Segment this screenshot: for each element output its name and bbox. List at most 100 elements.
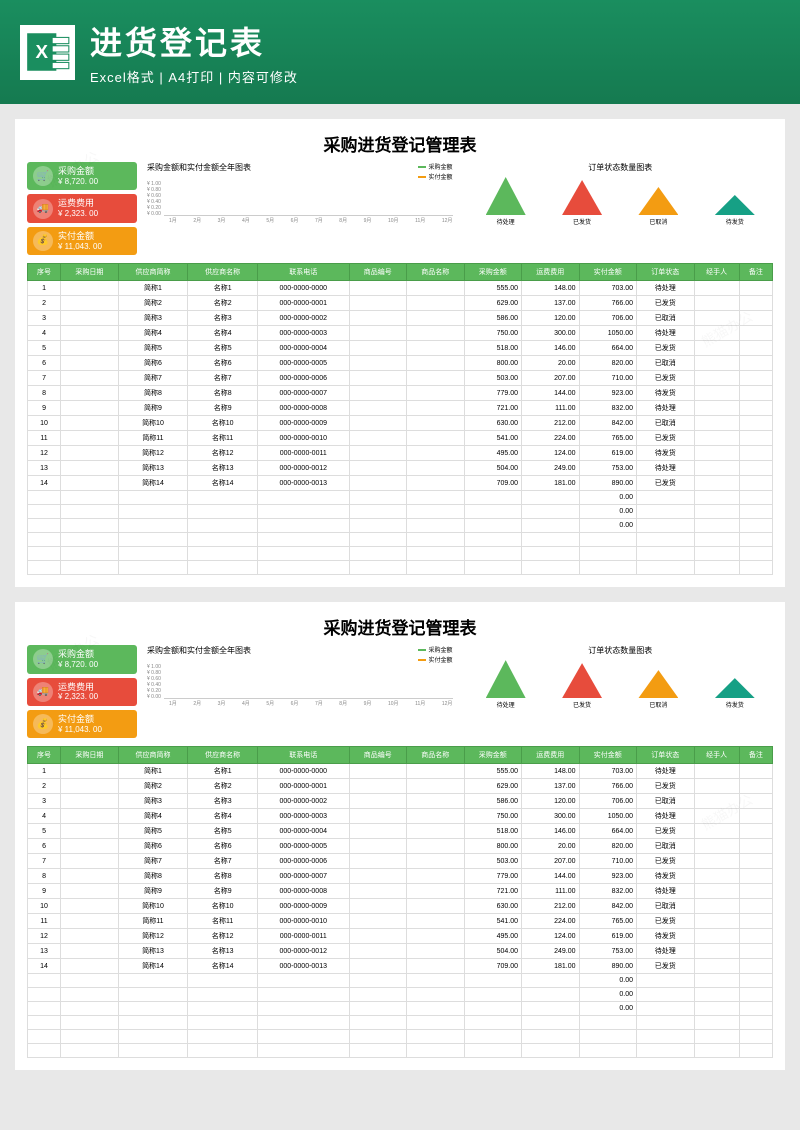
table-row: 2简称2名称2000-0000-0001629.00137.00766.00已发…	[28, 779, 773, 794]
column-header: 运费费用	[522, 747, 580, 764]
table-row: 8简称8名称8000-0000-0007779.00144.00923.00待发…	[28, 386, 773, 401]
column-header: 备注	[739, 264, 772, 281]
column-header: 运费费用	[522, 264, 580, 281]
table-row: 7简称7名称7000-0000-0006503.00207.00710.00已发…	[28, 854, 773, 869]
line-chart: 采购金额和实付金额全年图表采购金额实付金额 ¥ 1.00¥ 0.80¥ 0.60…	[147, 162, 453, 255]
column-header: 商品编号	[349, 264, 407, 281]
summary-badge: 🚚运费费用¥ 2,323. 00	[27, 678, 137, 706]
badge-icon: 🚚	[33, 682, 53, 702]
status-chart: 订单状态数量图表 待处理已发货已取消待发货	[468, 162, 774, 255]
page-subtitle: Excel格式 | A4打印 | 内容可修改	[90, 67, 298, 86]
column-header: 订单状态	[637, 264, 695, 281]
sheet-title: 采购进货登记管理表	[27, 131, 773, 156]
badge-icon: 💰	[33, 714, 53, 734]
excel-icon: X	[20, 25, 75, 80]
svg-text:X: X	[35, 41, 48, 62]
spreadsheet-preview: 熊猫办公 熊猫办公 采购进货登记管理表 🛒采购金额¥ 8,720. 00🚚运费费…	[15, 602, 785, 1070]
table-row: 5简称5名称5000-0000-0004518.00146.00664.00已发…	[28, 824, 773, 839]
column-header: 备注	[739, 747, 772, 764]
table-row	[28, 533, 773, 547]
summary-badge: 🛒采购金额¥ 8,720. 00	[27, 645, 137, 673]
column-header: 实付金额	[579, 264, 637, 281]
column-header: 供应商名称	[188, 747, 258, 764]
table-row: 12简称12名称12000-0000-0011495.00124.00619.0…	[28, 446, 773, 461]
summary-badge: 💰实付金额¥ 11,043. 00	[27, 227, 137, 255]
column-header: 序号	[28, 264, 61, 281]
table-row	[28, 547, 773, 561]
table-row: 5简称5名称5000-0000-0004518.00146.00664.00已发…	[28, 341, 773, 356]
chart-peak	[562, 180, 602, 215]
table-row: 12简称12名称12000-0000-0011495.00124.00619.0…	[28, 929, 773, 944]
column-header: 商品名称	[407, 264, 465, 281]
chart-peak	[638, 670, 678, 698]
template-header: X 进货登记表 Excel格式 | A4打印 | 内容可修改	[0, 0, 800, 104]
chart-peak	[638, 187, 678, 215]
table-row: 4简称4名称4000-0000-0003750.00300.001050.00待…	[28, 809, 773, 824]
page-title: 进货登记表	[90, 18, 298, 64]
table-row: 1简称1名称1000-0000-0000555.00148.00703.00待处…	[28, 281, 773, 296]
table-row: 11简称11名称11000-0000-0010541.00224.00765.0…	[28, 914, 773, 929]
chart-peak	[562, 663, 602, 698]
sheet-title: 采购进货登记管理表	[27, 614, 773, 639]
table-row: 3简称3名称3000-0000-0002586.00120.00706.00已取…	[28, 311, 773, 326]
column-header: 经手人	[694, 747, 739, 764]
data-table: 序号采购日期供应商简称供应商名称联系电话商品编号商品名称采购金额运费费用实付金额…	[27, 263, 773, 575]
table-row: 9简称9名称9000-0000-0008721.00111.00832.00待处…	[28, 401, 773, 416]
table-row: 10简称10名称10000-0000-0009630.00212.00842.0…	[28, 416, 773, 431]
table-row: 0.00	[28, 491, 773, 505]
summary-badge: 💰实付金额¥ 11,043. 00	[27, 710, 137, 738]
table-row: 7简称7名称7000-0000-0006503.00207.00710.00已发…	[28, 371, 773, 386]
badge-icon: 🛒	[33, 649, 53, 669]
table-row: 13简称13名称13000-0000-0012504.00249.00753.0…	[28, 461, 773, 476]
table-row: 4简称4名称4000-0000-0003750.00300.001050.00待…	[28, 326, 773, 341]
spreadsheet-preview: 熊猫办公 熊猫办公 采购进货登记管理表 🛒采购金额¥ 8,720. 00🚚运费费…	[15, 119, 785, 587]
table-row: 11简称11名称11000-0000-0010541.00224.00765.0…	[28, 431, 773, 446]
badge-icon: 🚚	[33, 199, 53, 219]
table-row	[28, 1016, 773, 1030]
table-row: 1简称1名称1000-0000-0000555.00148.00703.00待处…	[28, 764, 773, 779]
table-row	[28, 1030, 773, 1044]
column-header: 供应商名称	[188, 264, 258, 281]
chart-peak	[486, 177, 526, 215]
table-row	[28, 561, 773, 575]
table-row: 0.00	[28, 974, 773, 988]
column-header: 采购日期	[61, 264, 119, 281]
table-row: 0.00	[28, 1002, 773, 1016]
column-header: 供应商简称	[118, 747, 188, 764]
table-row: 9简称9名称9000-0000-0008721.00111.00832.00待处…	[28, 884, 773, 899]
chart-peak	[486, 660, 526, 698]
column-header: 供应商简称	[118, 264, 188, 281]
summary-badge: 🚚运费费用¥ 2,323. 00	[27, 194, 137, 222]
column-header: 采购金额	[464, 747, 522, 764]
chart-peak	[715, 678, 755, 698]
table-row: 0.00	[28, 988, 773, 1002]
column-header: 订单状态	[637, 747, 695, 764]
table-row: 6简称6名称6000-0000-0005800.0020.00820.00已取消	[28, 356, 773, 371]
line-chart: 采购金额和实付金额全年图表采购金额实付金额 ¥ 1.00¥ 0.80¥ 0.60…	[147, 645, 453, 738]
table-row: 14简称14名称14000-0000-0013709.00181.00890.0…	[28, 959, 773, 974]
column-header: 联系电话	[258, 747, 349, 764]
column-header: 商品名称	[407, 747, 465, 764]
chart-peak	[715, 195, 755, 215]
data-table: 序号采购日期供应商简称供应商名称联系电话商品编号商品名称采购金额运费费用实付金额…	[27, 746, 773, 1058]
column-header: 经手人	[694, 264, 739, 281]
table-row: 10简称10名称10000-0000-0009630.00212.00842.0…	[28, 899, 773, 914]
column-header: 采购日期	[61, 747, 119, 764]
badge-icon: 💰	[33, 231, 53, 251]
status-chart: 订单状态数量图表 待处理已发货已取消待发货	[468, 645, 774, 738]
table-row: 2简称2名称2000-0000-0001629.00137.00766.00已发…	[28, 296, 773, 311]
table-row: 14简称14名称14000-0000-0013709.00181.00890.0…	[28, 476, 773, 491]
table-row: 8简称8名称8000-0000-0007779.00144.00923.00待发…	[28, 869, 773, 884]
table-row: 0.00	[28, 505, 773, 519]
table-row: 6简称6名称6000-0000-0005800.0020.00820.00已取消	[28, 839, 773, 854]
summary-badge: 🛒采购金额¥ 8,720. 00	[27, 162, 137, 190]
badge-icon: 🛒	[33, 166, 53, 186]
table-row	[28, 1044, 773, 1058]
column-header: 实付金额	[579, 747, 637, 764]
column-header: 序号	[28, 747, 61, 764]
column-header: 商品编号	[349, 747, 407, 764]
table-row: 3简称3名称3000-0000-0002586.00120.00706.00已取…	[28, 794, 773, 809]
column-header: 采购金额	[464, 264, 522, 281]
column-header: 联系电话	[258, 264, 349, 281]
table-row: 0.00	[28, 519, 773, 533]
